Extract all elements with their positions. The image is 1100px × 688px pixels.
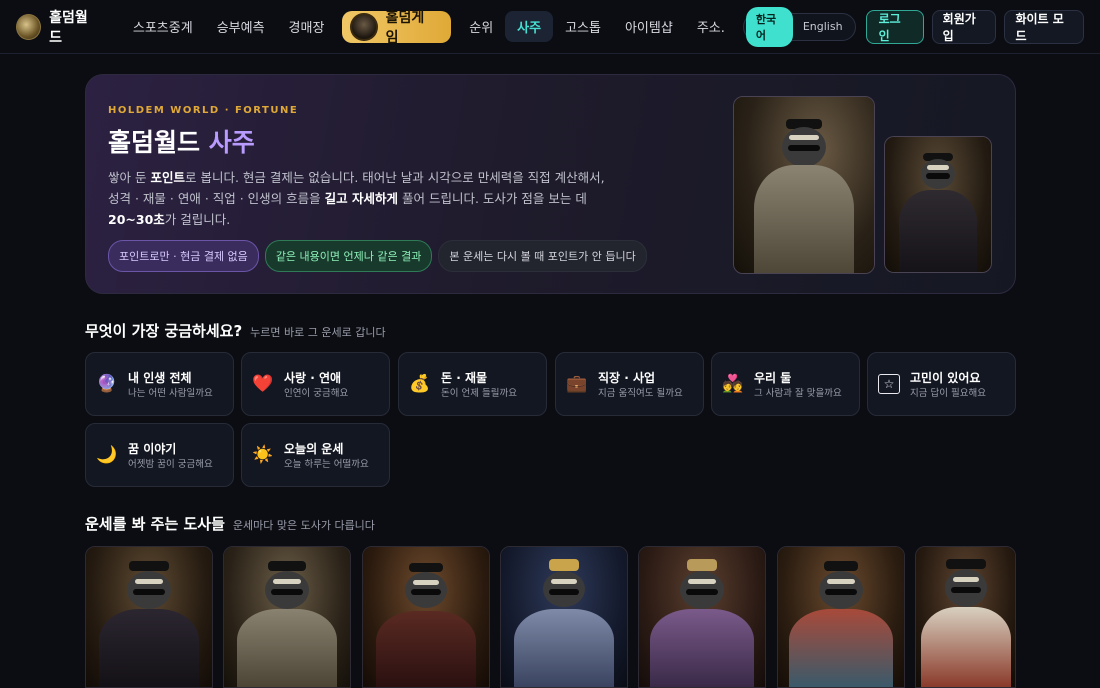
category-card-love[interactable]: ❤️ 사랑 · 연애인연이 궁금해요 bbox=[241, 352, 390, 416]
desc-text: 가 걸립니다. bbox=[164, 212, 231, 227]
category-subtitle: 오늘 하루는 어떨까요 bbox=[284, 458, 369, 470]
login-button[interactable]: 로그인 bbox=[865, 9, 924, 44]
categories-heading: 무엇이 가장 궁금하세요? 누르면 바로 그 운세로 갑니다 bbox=[85, 320, 386, 341]
category-title: 고민이 있어요 bbox=[910, 370, 981, 385]
hero-banner: HOLDEM WORLD · FORTUNE 홀덤월드 사주 쌓아 둔 포인트로… bbox=[85, 74, 1016, 294]
category-subtitle: 지금 움직여도 될까요 bbox=[598, 387, 683, 399]
hero-description: 쌓아 둔 포인트로 봅니다. 현금 결제는 없습니다. 태어난 날과 시각으로 … bbox=[108, 167, 668, 230]
category-title: 오늘의 운세 bbox=[284, 441, 344, 456]
pill-points-only: 포인트로만 · 현금 결제 없음 bbox=[108, 240, 259, 272]
category-subtitle: 돈이 언제 들릴까요 bbox=[441, 387, 517, 399]
category-subtitle: 어젯밤 꿈이 궁금해요 bbox=[128, 458, 213, 470]
category-title: 내 인생 전체 bbox=[128, 370, 192, 385]
category-title: 우리 둘 bbox=[754, 370, 792, 385]
desc-bold: 포인트 bbox=[150, 170, 185, 185]
pill-no-repeat-cost: 본 운세는 다시 볼 때 포인트가 안 듭니다 bbox=[438, 240, 647, 272]
holdem-game-label: 홀덤게임 bbox=[385, 9, 425, 46]
category-card-career[interactable]: 💼 직장 · 사업지금 움직여도 될까요 bbox=[555, 352, 704, 416]
category-title: 꿈 이야기 bbox=[128, 441, 177, 456]
language-toggle: 한국어 English bbox=[742, 6, 856, 47]
fortune-teller-card[interactable] bbox=[85, 546, 213, 688]
desc-bold: 20~30초 bbox=[108, 212, 165, 227]
category-card-dream[interactable]: 🌙 꿈 이야기어젯밤 꿈이 궁금해요 bbox=[85, 423, 234, 487]
category-card-today[interactable]: ☀️ 오늘의 운세오늘 하루는 어떨까요 bbox=[241, 423, 390, 487]
desc-text: 성격 · 재물 · 연애 · 직업 · 인생의 흐름을 bbox=[108, 191, 325, 206]
fortune-teller-card[interactable] bbox=[362, 546, 490, 688]
page-title: 홀덤월드 사주 bbox=[108, 123, 255, 159]
desc-text: 쌓아 둔 bbox=[108, 170, 151, 185]
categories-title: 무엇이 가장 궁금하세요? bbox=[85, 322, 243, 340]
category-subtitle: 인연이 궁금해요 bbox=[284, 387, 349, 399]
fortune-teller-card[interactable] bbox=[777, 546, 905, 688]
category-card-worry[interactable]: ☆ 고민이 있어요지금 답이 필요해요 bbox=[867, 352, 1016, 416]
brand-name: 홀덤월드 bbox=[49, 9, 88, 46]
star-box-icon: ☆ bbox=[878, 374, 900, 394]
fortune-teller-card[interactable] bbox=[915, 546, 1016, 688]
fortune-teller-card[interactable] bbox=[223, 546, 351, 688]
hero-kicker: HOLDEM WORLD · FORTUNE bbox=[108, 105, 299, 116]
hero-pills: 포인트로만 · 현금 결제 없음 같은 내용이면 언제나 같은 결과 본 운세는… bbox=[108, 240, 647, 272]
lang-english[interactable]: English bbox=[793, 16, 853, 37]
signup-button[interactable]: 회원가입 bbox=[931, 9, 997, 44]
crescent-moon-icon: 🌙 bbox=[96, 445, 118, 465]
heart-icon: ❤️ bbox=[252, 374, 274, 394]
tellers-title: 운세를 봐 주는 도사들 bbox=[85, 515, 225, 533]
fortune-teller-card[interactable] bbox=[638, 546, 766, 688]
fortune-teller-card[interactable] bbox=[500, 546, 628, 688]
sun-icon: ☀️ bbox=[252, 445, 274, 465]
top-nav: 홀덤월드 스포츠중계 승부예측 경매장 홀덤게임 순위 사주 고스톱 아이템샵 … bbox=[0, 0, 1100, 54]
nav-item-prediction[interactable]: 승부예측 bbox=[205, 11, 277, 42]
lang-korean[interactable]: 한국어 bbox=[745, 6, 793, 47]
category-subtitle: 나는 어떤 사람일까요 bbox=[128, 387, 213, 399]
hero-fortune-teller-image-1 bbox=[733, 96, 875, 274]
brand[interactable]: 홀덤월드 bbox=[16, 7, 99, 47]
category-subtitle: 그 사람과 잘 맞을까요 bbox=[754, 387, 842, 399]
category-card-couple[interactable]: 💑 우리 둘그 사람과 잘 맞을까요 bbox=[711, 352, 860, 416]
category-card-money[interactable]: 💰 돈 · 재물돈이 언제 들릴까요 bbox=[398, 352, 547, 416]
holdem-game-button[interactable]: 홀덤게임 bbox=[342, 10, 452, 46]
category-card-life[interactable]: 🔮 내 인생 전체나는 어떤 사람일까요 bbox=[85, 352, 234, 416]
nav-item-ranking[interactable]: 순위 bbox=[457, 11, 505, 42]
brand-logo-icon bbox=[16, 13, 42, 40]
white-mode-button[interactable]: 화이트 모드 bbox=[1004, 9, 1084, 44]
couple-icon: 💑 bbox=[722, 374, 744, 394]
briefcase-icon: 💼 bbox=[566, 374, 588, 394]
tellers-heading: 운세를 봐 주는 도사들 운세마다 맞은 도사가 다릅니다 bbox=[85, 513, 375, 534]
holdem-avatar-icon bbox=[350, 12, 378, 41]
nav-item-address[interactable]: 주소. bbox=[685, 11, 729, 42]
category-title: 돈 · 재물 bbox=[441, 370, 488, 385]
page-title-main: 홀덤월드 bbox=[108, 128, 201, 157]
crystal-ball-icon: 🔮 bbox=[96, 374, 118, 394]
nav-item-saju[interactable]: 사주 bbox=[505, 11, 554, 42]
category-title: 사랑 · 연애 bbox=[284, 370, 342, 385]
nav-item-gostop[interactable]: 고스톱 bbox=[553, 11, 613, 42]
nav-item-item-shop[interactable]: 아이템샵 bbox=[613, 11, 685, 42]
desc-text: 풀어 드립니다. 도사가 점을 보는 데 bbox=[398, 191, 587, 206]
pill-same-result: 같은 내용이면 언제나 같은 결과 bbox=[264, 240, 433, 272]
tellers-subtitle: 운세마다 맞은 도사가 다릅니다 bbox=[232, 519, 375, 532]
nav-item-sports-stream[interactable]: 스포츠중계 bbox=[121, 11, 205, 42]
hero-fortune-teller-image-2 bbox=[884, 136, 992, 273]
desc-text: 로 봅니다. 현금 결제는 없습니다. 태어난 날과 시각으로 만세력을 직접 … bbox=[184, 170, 605, 185]
nav-item-auction[interactable]: 경매장 bbox=[277, 11, 337, 42]
category-title: 직장 · 사업 bbox=[598, 370, 656, 385]
categories-subtitle: 누르면 바로 그 운세로 갑니다 bbox=[250, 326, 386, 339]
category-subtitle: 지금 답이 필요해요 bbox=[910, 387, 986, 399]
desc-bold: 길고 자세하게 bbox=[324, 191, 398, 206]
money-bag-icon: 💰 bbox=[409, 374, 431, 394]
page-title-accent: 사주 bbox=[208, 128, 255, 157]
